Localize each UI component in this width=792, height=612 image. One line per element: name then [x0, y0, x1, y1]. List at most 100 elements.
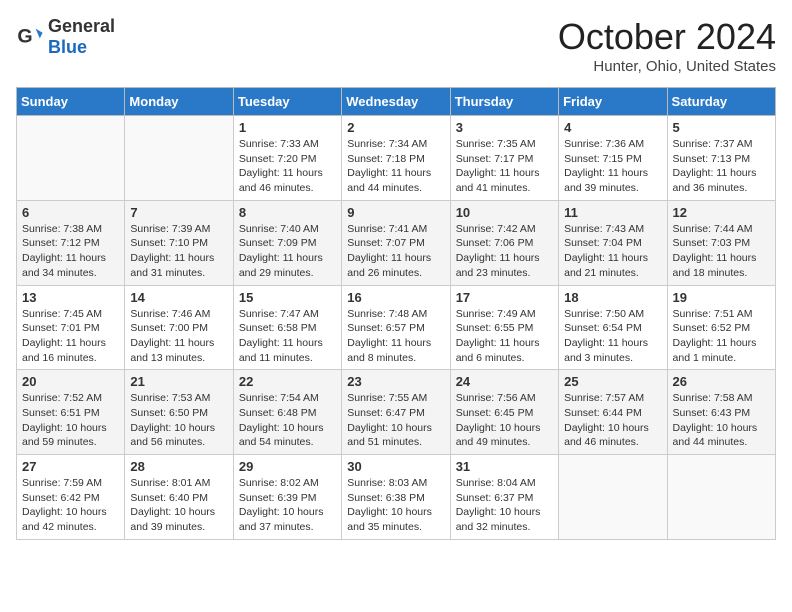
day-number: 24 — [456, 374, 553, 389]
calendar-cell: 2Sunrise: 7:34 AM Sunset: 7:18 PM Daylig… — [342, 116, 450, 201]
day-number: 31 — [456, 459, 553, 474]
calendar-header-row: SundayMondayTuesdayWednesdayThursdayFrid… — [17, 88, 776, 116]
calendar-cell: 19 Sunrise: 7:51 AM Sunset: 6:52 PM Dayli… — [667, 285, 775, 370]
day-info: Sunrise: 7:45 AM Sunset: 7:01 PM Dayligh… — [22, 307, 119, 366]
calendar-cell: 21Sunrise: 7:53 AM Sunset: 6:50 PM Dayli… — [125, 370, 233, 455]
calendar-cell: 26 Sunrise: 7:58 AM Sunset: 6:43 PM Dayli… — [667, 370, 775, 455]
day-header-wednesday: Wednesday — [342, 88, 450, 116]
day-number: 13 — [22, 290, 119, 305]
calendar-cell: 9Sunrise: 7:41 AM Sunset: 7:07 PM Daylig… — [342, 200, 450, 285]
day-number: 5 — [673, 120, 770, 135]
day-number: 26 — [673, 374, 770, 389]
day-number: 17 — [456, 290, 553, 305]
calendar-cell: 3Sunrise: 7:35 AM Sunset: 7:17 PM Daylig… — [450, 116, 558, 201]
logo-blue: Blue — [48, 37, 87, 57]
calendar-cell: 20 Sunrise: 7:52 AM Sunset: 6:51 PM Dayli… — [17, 370, 125, 455]
day-info: Sunrise: 8:01 AM Sunset: 6:40 PM Dayligh… — [130, 476, 227, 535]
day-info: Sunrise: 7:37 AM Sunset: 7:13 PM Dayligh… — [673, 137, 770, 196]
day-number: 16 — [347, 290, 444, 305]
logo-general: General — [48, 16, 115, 36]
day-info: Sunrise: 8:02 AM Sunset: 6:39 PM Dayligh… — [239, 476, 336, 535]
day-number: 7 — [130, 205, 227, 220]
calendar-cell: 1Sunrise: 7:33 AM Sunset: 7:20 PM Daylig… — [233, 116, 341, 201]
location: Hunter, Ohio, United States — [558, 58, 776, 75]
calendar-cell: 14 Sunrise: 7:46 AM Sunset: 7:00 PM Dayli… — [125, 285, 233, 370]
calendar-cell: 15 Sunrise: 7:47 AM Sunset: 6:58 PM Dayli… — [233, 285, 341, 370]
day-info: Sunrise: 7:52 AM Sunset: 6:51 PM Dayligh… — [22, 391, 119, 450]
day-info: Sunrise: 7:48 AM Sunset: 6:57 PM Dayligh… — [347, 307, 444, 366]
day-header-saturday: Saturday — [667, 88, 775, 116]
day-number: 20 — [22, 374, 119, 389]
logo: G General Blue — [16, 16, 115, 58]
day-info: Sunrise: 7:33 AM Sunset: 7:20 PM Dayligh… — [239, 137, 336, 196]
day-info: Sunrise: 7:36 AM Sunset: 7:15 PM Dayligh… — [564, 137, 661, 196]
calendar-cell: 29 Sunrise: 8:02 AM Sunset: 6:39 PM Dayli… — [233, 455, 341, 540]
calendar-cell: 16 Sunrise: 7:48 AM Sunset: 6:57 PM Dayli… — [342, 285, 450, 370]
day-info: Sunrise: 7:58 AM Sunset: 6:43 PM Dayligh… — [673, 391, 770, 450]
month-title: October 2024 — [558, 16, 776, 58]
calendar-cell — [17, 116, 125, 201]
calendar-cell: 18Sunrise: 7:50 AM Sunset: 6:54 PM Dayli… — [559, 285, 667, 370]
day-info: Sunrise: 7:39 AM Sunset: 7:10 PM Dayligh… — [130, 222, 227, 281]
calendar-week-row: 20 Sunrise: 7:52 AM Sunset: 6:51 PM Dayli… — [17, 370, 776, 455]
calendar-cell: 25 Sunrise: 7:57 AM Sunset: 6:44 PM Dayli… — [559, 370, 667, 455]
day-number: 3 — [456, 120, 553, 135]
day-info: Sunrise: 8:03 AM Sunset: 6:38 PM Dayligh… — [347, 476, 444, 535]
day-info: Sunrise: 7:56 AM Sunset: 6:45 PM Dayligh… — [456, 391, 553, 450]
calendar-cell: 17 Sunrise: 7:49 AM Sunset: 6:55 PM Dayli… — [450, 285, 558, 370]
calendar-cell: 8Sunrise: 7:40 AM Sunset: 7:09 PM Daylig… — [233, 200, 341, 285]
day-header-monday: Monday — [125, 88, 233, 116]
day-number: 21 — [130, 374, 227, 389]
calendar-cell — [125, 116, 233, 201]
day-number: 15 — [239, 290, 336, 305]
day-info: Sunrise: 7:57 AM Sunset: 6:44 PM Dayligh… — [564, 391, 661, 450]
day-info: Sunrise: 7:44 AM Sunset: 7:03 PM Dayligh… — [673, 222, 770, 281]
day-number: 29 — [239, 459, 336, 474]
title-area: October 2024 Hunter, Ohio, United States — [558, 16, 776, 75]
day-number: 18 — [564, 290, 661, 305]
calendar-cell: 24 Sunrise: 7:56 AM Sunset: 6:45 PM Dayli… — [450, 370, 558, 455]
calendar-cell: 13 Sunrise: 7:45 AM Sunset: 7:01 PM Dayli… — [17, 285, 125, 370]
day-info: Sunrise: 7:59 AM Sunset: 6:42 PM Dayligh… — [22, 476, 119, 535]
calendar-cell: 11 Sunrise: 7:43 AM Sunset: 7:04 PM Dayli… — [559, 200, 667, 285]
calendar-cell: 5 Sunrise: 7:37 AM Sunset: 7:13 PM Daylig… — [667, 116, 775, 201]
day-number: 27 — [22, 459, 119, 474]
day-number: 14 — [130, 290, 227, 305]
calendar-cell: 7 Sunrise: 7:39 AM Sunset: 7:10 PM Daylig… — [125, 200, 233, 285]
calendar-cell: 31 Sunrise: 8:04 AM Sunset: 6:37 PM Dayli… — [450, 455, 558, 540]
calendar-cell: 28Sunrise: 8:01 AM Sunset: 6:40 PM Dayli… — [125, 455, 233, 540]
calendar-week-row: 6Sunrise: 7:38 AM Sunset: 7:12 PM Daylig… — [17, 200, 776, 285]
day-number: 11 — [564, 205, 661, 220]
day-number: 19 — [673, 290, 770, 305]
day-header-tuesday: Tuesday — [233, 88, 341, 116]
day-info: Sunrise: 7:46 AM Sunset: 7:00 PM Dayligh… — [130, 307, 227, 366]
calendar-week-row: 27 Sunrise: 7:59 AM Sunset: 6:42 PM Dayli… — [17, 455, 776, 540]
day-number: 10 — [456, 205, 553, 220]
calendar-cell: 12 Sunrise: 7:44 AM Sunset: 7:03 PM Dayli… — [667, 200, 775, 285]
calendar-cell: 4 Sunrise: 7:36 AM Sunset: 7:15 PM Daylig… — [559, 116, 667, 201]
calendar-cell: 30 Sunrise: 8:03 AM Sunset: 6:38 PM Dayli… — [342, 455, 450, 540]
day-number: 8 — [239, 205, 336, 220]
calendar-cell: 22Sunrise: 7:54 AM Sunset: 6:48 PM Dayli… — [233, 370, 341, 455]
day-number: 4 — [564, 120, 661, 135]
page-header: G General Blue October 2024 Hunter, Ohio… — [16, 16, 776, 75]
day-number: 12 — [673, 205, 770, 220]
day-number: 23 — [347, 374, 444, 389]
day-info: Sunrise: 7:51 AM Sunset: 6:52 PM Dayligh… — [673, 307, 770, 366]
calendar-cell: 6Sunrise: 7:38 AM Sunset: 7:12 PM Daylig… — [17, 200, 125, 285]
day-info: Sunrise: 7:42 AM Sunset: 7:06 PM Dayligh… — [456, 222, 553, 281]
day-header-friday: Friday — [559, 88, 667, 116]
day-number: 2 — [347, 120, 444, 135]
calendar-cell: 27 Sunrise: 7:59 AM Sunset: 6:42 PM Dayli… — [17, 455, 125, 540]
day-info: Sunrise: 7:54 AM Sunset: 6:48 PM Dayligh… — [239, 391, 336, 450]
day-number: 30 — [347, 459, 444, 474]
day-number: 25 — [564, 374, 661, 389]
day-info: Sunrise: 7:43 AM Sunset: 7:04 PM Dayligh… — [564, 222, 661, 281]
day-info: Sunrise: 7:47 AM Sunset: 6:58 PM Dayligh… — [239, 307, 336, 366]
calendar-cell: 23 Sunrise: 7:55 AM Sunset: 6:47 PM Dayli… — [342, 370, 450, 455]
logo-icon: G — [16, 23, 44, 51]
calendar-cell: 10 Sunrise: 7:42 AM Sunset: 7:06 PM Dayli… — [450, 200, 558, 285]
day-info: Sunrise: 7:55 AM Sunset: 6:47 PM Dayligh… — [347, 391, 444, 450]
day-info: Sunrise: 8:04 AM Sunset: 6:37 PM Dayligh… — [456, 476, 553, 535]
day-info: Sunrise: 7:49 AM Sunset: 6:55 PM Dayligh… — [456, 307, 553, 366]
